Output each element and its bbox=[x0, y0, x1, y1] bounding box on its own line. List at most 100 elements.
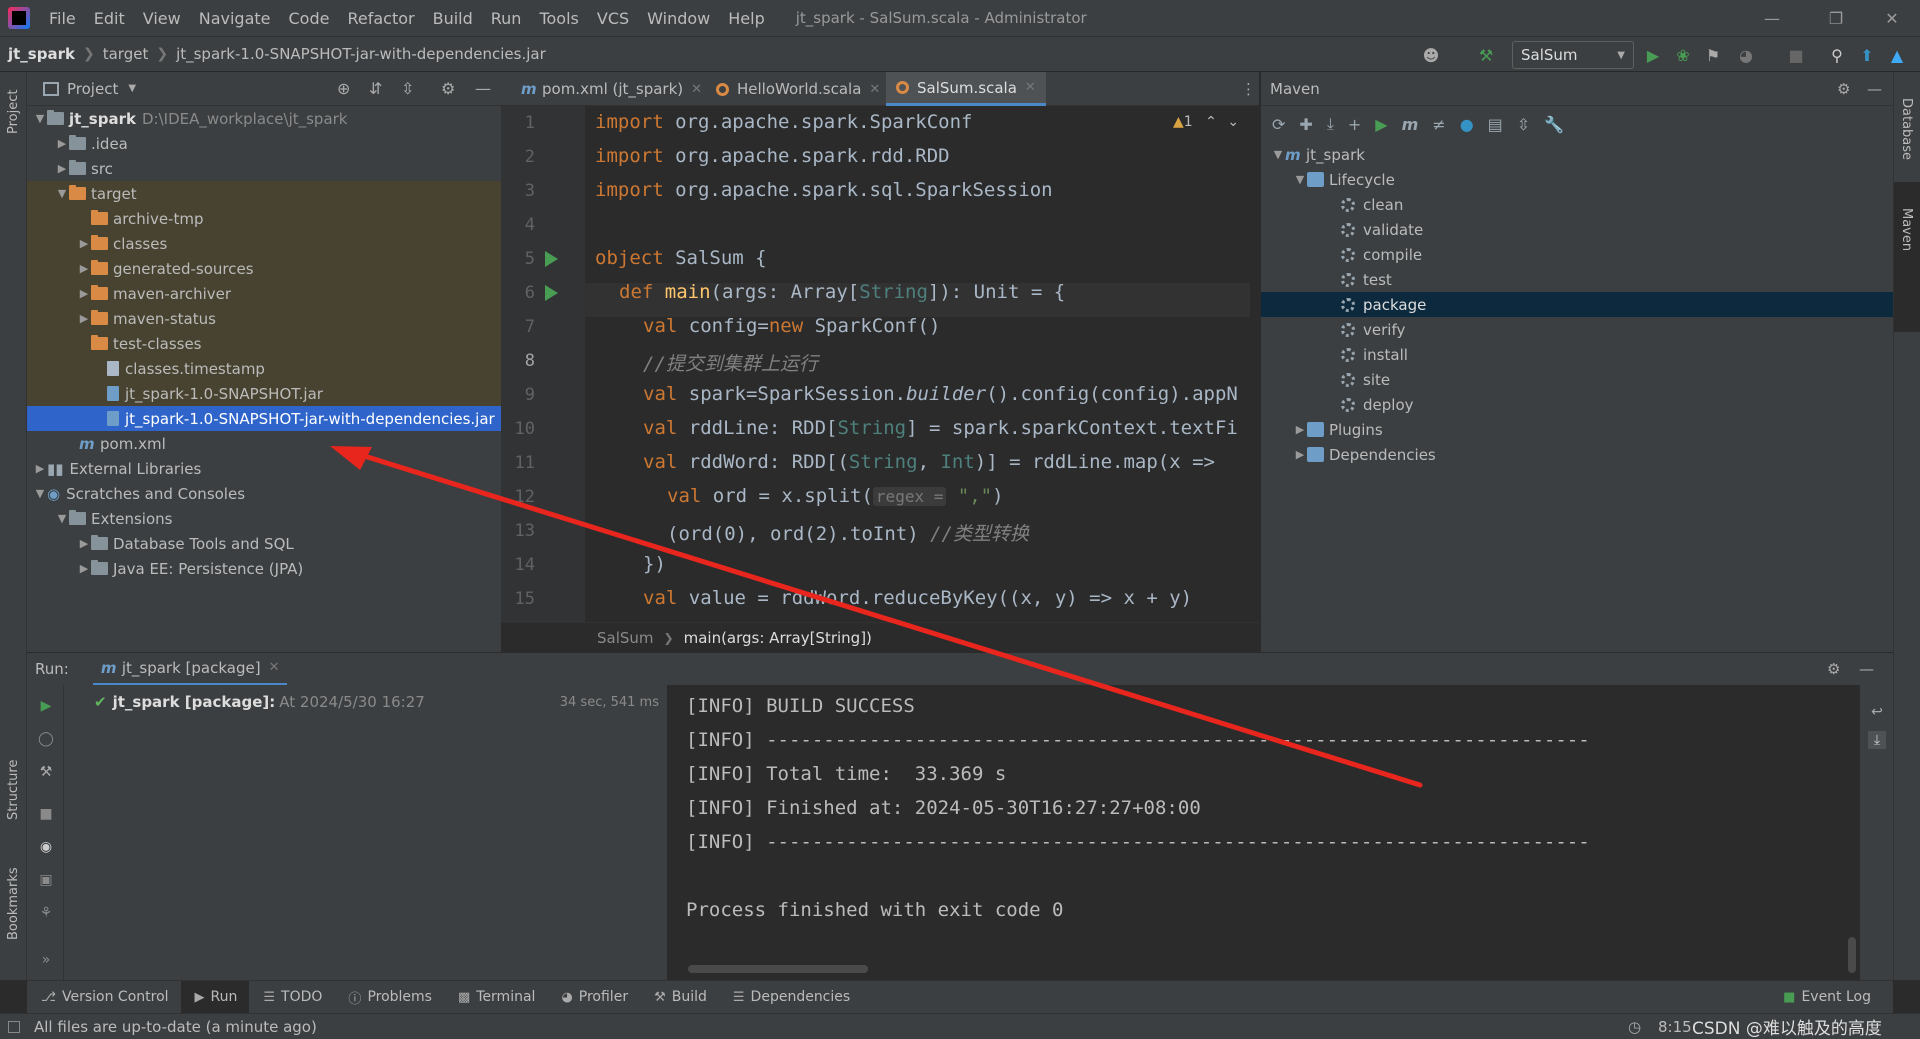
gear-icon[interactable]: ⚙ bbox=[441, 79, 455, 98]
tool-profiler[interactable]: ◕ Profiler bbox=[547, 981, 640, 1014]
run-configuration-select[interactable]: SalSum ▼ bbox=[1512, 41, 1634, 69]
maven-item-plugins[interactable]: ▶ Plugins bbox=[1261, 417, 1894, 442]
toggle-offline-icon[interactable]: ≠ bbox=[1432, 115, 1445, 134]
chevron-down-icon[interactable]: ⌄ bbox=[1227, 114, 1239, 130]
tool-terminal[interactable]: ▩ Terminal bbox=[444, 981, 547, 1014]
tab-helloworld-scala[interactable]: HelloWorld.scala ✕ bbox=[706, 72, 890, 106]
tool-dependencies[interactable]: ☰ Dependencies bbox=[719, 981, 862, 1014]
tree-item-database-tools[interactable]: ▶ Database Tools and SQL bbox=[27, 531, 501, 556]
coverage-icon[interactable]: ⚑ bbox=[1702, 44, 1724, 66]
console-output[interactable]: [INFO] BUILD SUCCESS [INFO] ------------… bbox=[668, 685, 1860, 980]
tree-item-extensions[interactable]: ▼ Extensions bbox=[27, 506, 501, 531]
download-icon[interactable]: ⤓ bbox=[1327, 114, 1334, 134]
restore-icon[interactable]: ❐ bbox=[1808, 0, 1864, 36]
tree-item-archive-tmp[interactable]: archive-tmp bbox=[27, 206, 501, 231]
run-icon[interactable]: ▶ bbox=[1375, 115, 1387, 134]
caret-position[interactable]: 8:15 bbox=[1658, 1018, 1692, 1036]
chevron-up-icon[interactable]: ⌃ bbox=[1205, 114, 1217, 130]
minimize-icon[interactable]: — bbox=[1744, 0, 1800, 36]
run-icon[interactable]: ▶ bbox=[1642, 44, 1664, 66]
gear-icon[interactable]: ⚙ bbox=[1827, 660, 1840, 678]
menu-edit[interactable]: Edit bbox=[85, 9, 134, 28]
tree-item-external-libraries[interactable]: ▶ ▮▮ External Libraries bbox=[27, 456, 501, 481]
toggle-tool-windows-icon[interactable] bbox=[8, 1020, 20, 1033]
crumb-object[interactable]: SalSum bbox=[597, 629, 654, 647]
close-icon[interactable]: ✕ bbox=[1025, 80, 1036, 95]
horizontal-scrollbar[interactable] bbox=[688, 965, 868, 973]
menu-view[interactable]: View bbox=[134, 9, 190, 28]
tree-item-classes[interactable]: ▶ classes bbox=[27, 231, 501, 256]
menu-help[interactable]: Help bbox=[719, 9, 773, 28]
menu-tools[interactable]: Tools bbox=[530, 9, 587, 28]
menu-file[interactable]: File bbox=[40, 9, 85, 28]
chevron-down-icon[interactable]: ▼ bbox=[128, 83, 136, 94]
maven-goal-package[interactable]: package bbox=[1261, 292, 1894, 317]
maven-tool-tab[interactable]: Maven bbox=[1894, 182, 1920, 332]
update-icon[interactable]: ⬆ bbox=[1856, 44, 1878, 66]
tree-item-src[interactable]: ▶ src bbox=[27, 156, 501, 181]
tree-item-jar-with-dependencies[interactable]: jt_spark-1.0-SNAPSHOT-jar-with-dependenc… bbox=[27, 406, 501, 431]
tree-item-classes-timestamp[interactable]: classes.timestamp bbox=[27, 356, 501, 381]
tab-salsum-scala[interactable]: SalSum.scala ✕ bbox=[886, 72, 1046, 106]
collapse-all-icon[interactable]: ⇳ bbox=[1517, 115, 1530, 134]
tree-item-pom[interactable]: m pom.xml bbox=[27, 431, 501, 456]
inspection-widget[interactable]: ▲1 ⌃ ⌄ bbox=[1173, 114, 1239, 130]
menu-window[interactable]: Window bbox=[638, 9, 719, 28]
menu-run[interactable]: Run bbox=[482, 9, 531, 28]
breadcrumb-target[interactable]: target bbox=[95, 45, 157, 63]
run-gutter-icon[interactable] bbox=[545, 285, 558, 301]
hide-panel-icon[interactable]: — bbox=[1859, 660, 1874, 678]
run-tree-item[interactable]: ✔ jt_spark [package]: At 2024/5/30 16:27 bbox=[94, 693, 425, 711]
maven-goal-validate[interactable]: validate bbox=[1261, 217, 1894, 242]
tree-item-java-ee[interactable]: ▶ Java EE: Persistence (JPA) bbox=[27, 556, 501, 581]
tree-item-maven-archiver[interactable]: ▶ maven-archiver bbox=[27, 281, 501, 306]
run-gutter-icon[interactable] bbox=[545, 251, 558, 267]
close-icon[interactable]: ✕ bbox=[869, 82, 880, 97]
project-panel-title[interactable]: Project bbox=[67, 80, 118, 98]
wrench-icon[interactable]: 🔧 bbox=[1544, 115, 1564, 134]
soft-wrap-icon[interactable]: ↩ bbox=[1868, 703, 1886, 721]
database-tool-button[interactable]: Database bbox=[1899, 98, 1914, 160]
tree-item-root[interactable]: ▼ jt_spark D:\IDEA_workplace\jt_spark bbox=[27, 106, 501, 131]
editor-scrollbar[interactable] bbox=[1250, 106, 1259, 622]
camera-icon[interactable]: ▣ bbox=[37, 871, 55, 889]
hide-panel-icon[interactable]: — bbox=[475, 79, 491, 98]
maven-goal-deploy[interactable]: deploy bbox=[1261, 392, 1894, 417]
tool-version-control[interactable]: ⎇ Version Control bbox=[27, 981, 181, 1014]
tool-build[interactable]: ⚒ Build bbox=[640, 981, 719, 1014]
maven-goal-compile[interactable]: compile bbox=[1261, 242, 1894, 267]
build-hammer-icon[interactable]: ⚒ bbox=[1475, 44, 1497, 66]
close-icon[interactable]: ✕ bbox=[269, 660, 280, 675]
tool-run[interactable]: ▶ Run bbox=[180, 980, 250, 1014]
reload-icon[interactable]: ⟳ bbox=[1272, 115, 1285, 134]
menu-code[interactable]: Code bbox=[280, 9, 339, 28]
maven-goal-test[interactable]: test bbox=[1261, 267, 1894, 292]
collapse-all-icon[interactable]: ⇳ bbox=[401, 79, 414, 98]
crumb-method[interactable]: main(args: Array[String]) bbox=[684, 629, 872, 647]
tree-item-maven-status[interactable]: ▶ maven-status bbox=[27, 306, 501, 331]
menu-build[interactable]: Build bbox=[424, 9, 482, 28]
maven-goal-verify[interactable]: verify bbox=[1261, 317, 1894, 342]
rerun-icon[interactable]: ▶ bbox=[37, 697, 55, 715]
menu-vcs[interactable]: VCS bbox=[588, 9, 638, 28]
tree-item-generated-sources[interactable]: ▶ generated-sources bbox=[27, 256, 501, 281]
more-tabs-icon[interactable]: ⋮ bbox=[1241, 80, 1256, 98]
toolbox-icon[interactable]: ▲ bbox=[1886, 44, 1908, 66]
plus-icon[interactable]: + bbox=[1348, 115, 1361, 134]
vertical-scrollbar[interactable] bbox=[1848, 937, 1856, 973]
tree-item-test-classes[interactable]: test-classes bbox=[27, 331, 501, 356]
wrench-icon[interactable]: ⚒ bbox=[37, 763, 55, 781]
project-tool-button[interactable]: Project bbox=[6, 90, 21, 134]
scroll-to-end-icon[interactable]: ⤓ bbox=[1868, 731, 1886, 749]
maven-item-dependencies[interactable]: ▶ Dependencies bbox=[1261, 442, 1894, 467]
maven-goal-clean[interactable]: clean bbox=[1261, 192, 1894, 217]
tool-todo[interactable]: ☰ TODO bbox=[249, 981, 334, 1014]
skip-tests-icon[interactable]: ● bbox=[1460, 115, 1474, 134]
close-icon[interactable]: ✕ bbox=[1864, 0, 1920, 36]
stop-run-icon[interactable]: ◯ bbox=[37, 730, 55, 748]
structure-tool-button[interactable]: Structure bbox=[6, 760, 21, 820]
maven-goal-site[interactable]: site bbox=[1261, 367, 1894, 392]
profile-icon[interactable]: ◕ bbox=[1735, 44, 1757, 66]
locate-icon[interactable]: ⊕ bbox=[337, 79, 350, 98]
gear-icon[interactable]: ⚙ bbox=[1837, 80, 1850, 98]
